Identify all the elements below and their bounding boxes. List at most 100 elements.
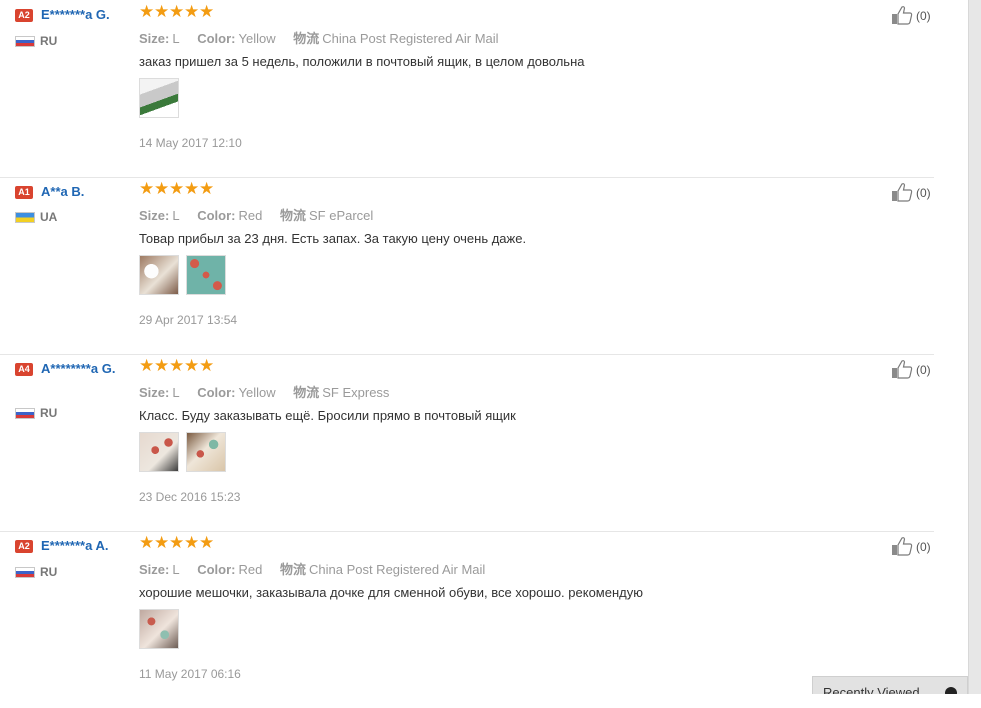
helpful-count: (0) (916, 363, 931, 377)
shipping-label: 物流 (293, 385, 320, 400)
buyer-level-badge: A2 (15, 9, 33, 22)
color-label: Color: (197, 31, 236, 46)
thumbs-up-icon[interactable] (891, 536, 913, 556)
order-attributes: Size: L Color: Red 物流 China Post Registered… (139, 559, 499, 578)
size-value: L (172, 31, 180, 46)
shipping-value: China Post Registered Air Mail (322, 31, 499, 46)
helpful-vote[interactable]: (0) (891, 359, 936, 379)
review-date: 29 Apr 2017 13:54 (139, 313, 238, 327)
size-label: Size: (139, 208, 170, 223)
ukraine-flag-icon (15, 212, 35, 223)
russia-flag-icon (15, 36, 35, 47)
review-item: A4 A********a G. RU ★★★★★ Size: L Color: Y… (0, 354, 934, 532)
star-icon: ★ (199, 2, 215, 21)
star-icon: ★ (199, 356, 215, 375)
review-item: A2 E*******a A. RU ★★★★★ Size: L Color: Re… (0, 531, 934, 708)
review-photos (139, 255, 229, 297)
shipping-label: 物流 (279, 208, 306, 223)
thumbs-up-icon[interactable] (891, 182, 913, 202)
review-item: A1 A**a B. UA ★★★★★ Size: L Color: Red 物流 S… (0, 177, 934, 355)
size-value: L (172, 208, 180, 223)
country-code: RU (40, 34, 58, 48)
shipping-label: 物流 (279, 562, 306, 577)
star-rating: ★★★★★ (139, 2, 215, 22)
helpful-vote[interactable]: (0) (891, 536, 936, 556)
star-icon: ★ (139, 356, 155, 375)
color-label: Color: (197, 385, 236, 400)
review-date: 23 Dec 2016 15:23 (139, 490, 241, 504)
helpful-count: (0) (916, 540, 931, 554)
review-date: 11 May 2017 06:16 (139, 667, 241, 681)
helpful-vote[interactable]: (0) (891, 5, 936, 25)
size-label: Size: (139, 562, 170, 577)
review-photos (139, 78, 182, 120)
shipping-value: China Post Registered Air Mail (308, 562, 486, 577)
shipping-label: 物流 (293, 31, 320, 46)
russia-flag-icon (15, 567, 35, 578)
color-value: Yellow (238, 31, 276, 46)
buyer-name[interactable]: E*******a G. (41, 6, 133, 23)
star-icon: ★ (169, 356, 185, 375)
star-icon: ★ (199, 179, 215, 198)
star-icon: ★ (139, 2, 155, 21)
star-rating: ★★★★★ (139, 533, 215, 553)
buyer-country: UA (15, 210, 135, 224)
star-icon: ★ (154, 356, 170, 375)
review-item: A2 E*******a G. RU ★★★★★ Size: L Color: Ye… (0, 0, 934, 178)
size-value: L (172, 562, 180, 577)
buyer-name[interactable]: A********a G. (15, 360, 127, 377)
country-code: RU (40, 406, 58, 420)
review-photo-thumbnail[interactable] (186, 432, 227, 472)
star-icon: ★ (184, 356, 200, 375)
color-value: Yellow (238, 385, 276, 400)
review-text: хорошие мешочки, заказывала дочке для см… (139, 585, 643, 600)
star-rating: ★★★★★ (139, 179, 215, 199)
recently-viewed-tab[interactable]: Recently Viewed (812, 676, 968, 694)
star-icon: ★ (199, 533, 215, 552)
order-attributes: Size: L Color: Yellow 物流 SF Express (139, 382, 403, 401)
helpful-vote[interactable]: (0) (891, 182, 936, 202)
review-photo-thumbnail[interactable] (186, 255, 227, 295)
star-icon: ★ (154, 179, 170, 198)
star-icon: ★ (139, 179, 155, 198)
size-value: L (172, 385, 180, 400)
order-attributes: Size: L Color: Red 物流 SF eParcel (139, 205, 387, 224)
review-text: заказ пришел за 5 недель, положили в поч… (139, 54, 585, 69)
shipping-value: SF Express (322, 385, 390, 400)
size-label: Size: (139, 385, 170, 400)
review-photo-thumbnail[interactable] (139, 255, 179, 295)
buyer-name[interactable]: A**a B. (41, 183, 133, 200)
russia-flag-icon (15, 408, 35, 419)
size-label: Size: (139, 31, 170, 46)
star-icon: ★ (169, 179, 185, 198)
toggle-icon[interactable] (945, 687, 957, 694)
review-date: 14 May 2017 12:10 (139, 136, 242, 150)
thumbs-up-icon[interactable] (891, 5, 913, 25)
helpful-count: (0) (916, 186, 931, 200)
review-photo-thumbnail[interactable] (139, 432, 179, 472)
star-icon: ★ (169, 533, 185, 552)
review-photo-thumbnail[interactable] (139, 609, 179, 649)
review-text: Товар прибыл за 23 дня. Есть запах. За т… (139, 231, 527, 246)
color-label: Color: (197, 562, 236, 577)
buyer-country: RU (15, 565, 135, 579)
buyer-name[interactable]: E*******a A. (41, 537, 133, 554)
star-icon: ★ (154, 2, 170, 21)
color-value: Red (238, 562, 263, 577)
star-icon: ★ (154, 533, 170, 552)
buyer-level-badge: A1 (15, 186, 33, 199)
helpful-count: (0) (916, 9, 931, 23)
color-value: Red (238, 208, 263, 223)
review-photo-thumbnail[interactable] (139, 78, 179, 118)
thumbs-up-icon[interactable] (891, 359, 913, 379)
shipping-value: SF eParcel (308, 208, 374, 223)
color-label: Color: (197, 208, 236, 223)
star-rating: ★★★★★ (139, 356, 215, 376)
order-attributes: Size: L Color: Yellow 物流 China Post Registe… (139, 28, 513, 47)
star-icon: ★ (184, 533, 200, 552)
country-code: RU (40, 565, 58, 579)
page-scroll-gutter (968, 0, 981, 694)
review-photos (139, 432, 229, 474)
star-icon: ★ (184, 179, 200, 198)
buyer-country: RU (15, 34, 135, 48)
